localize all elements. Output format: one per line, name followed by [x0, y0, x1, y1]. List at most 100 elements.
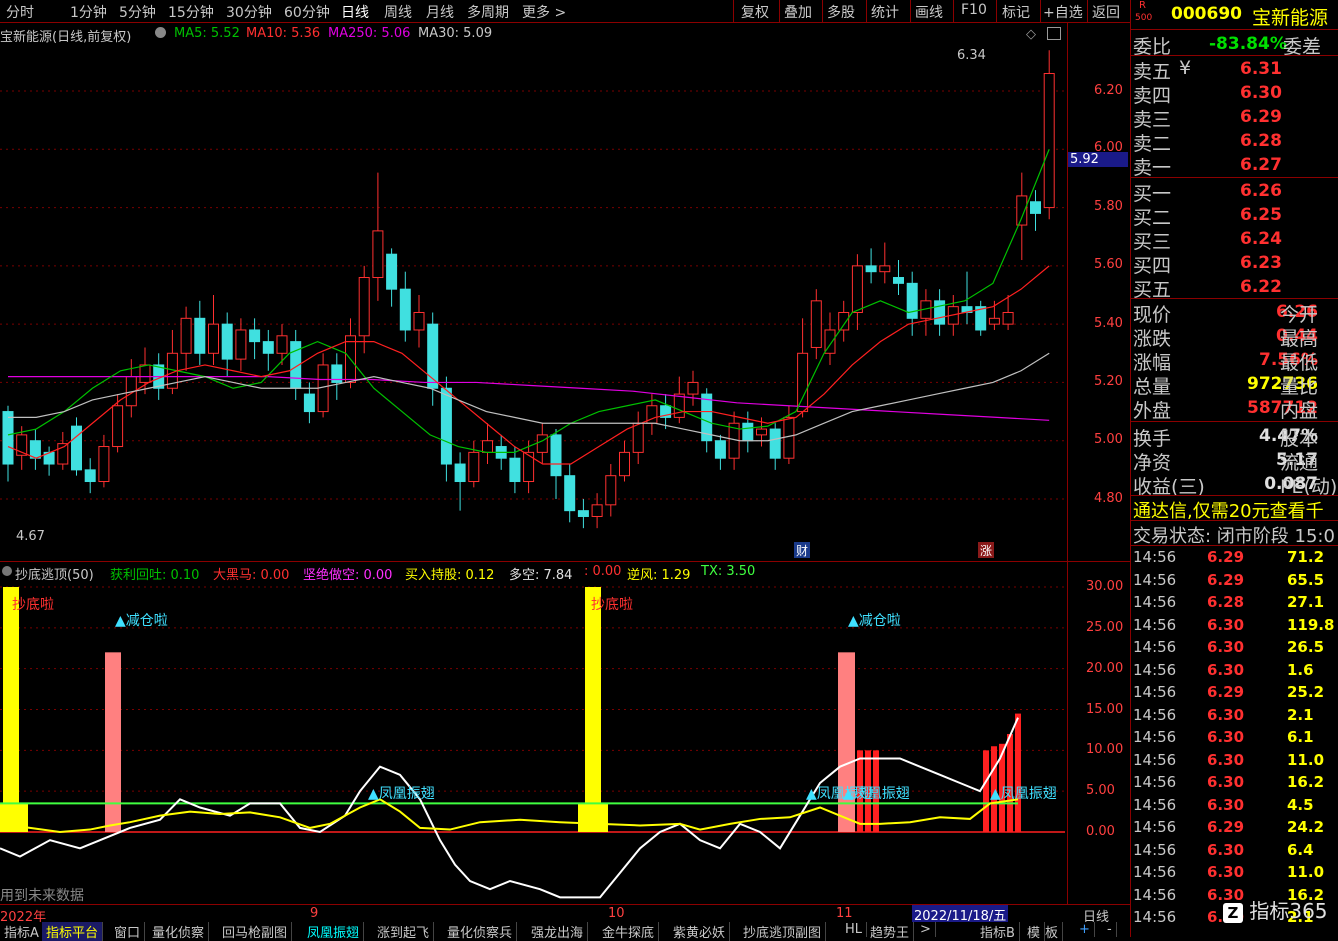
stat-row: 收益(三) 0.087 PE(动)	[1133, 472, 1338, 498]
period-weekly[interactable]: 周线	[384, 2, 412, 22]
stat-row: 总量 972736 量比	[1133, 372, 1338, 398]
bid-label: 买三	[1133, 231, 1172, 253]
tick-volume: 11.0	[1287, 863, 1325, 881]
settings-gear-icon[interactable]	[155, 27, 166, 38]
indicator-name[interactable]: 抄底逃顶(50)	[15, 564, 94, 583]
date-label: 11	[836, 906, 853, 921]
tick-time: 14:56	[1133, 593, 1177, 611]
bid-row-2: 买二 6.25	[1133, 203, 1338, 229]
candle-body	[358, 277, 370, 337]
ask-price: 6.31	[1240, 59, 1282, 79]
back-button[interactable]: 返回	[1092, 2, 1120, 22]
period-multi[interactable]: 多周期	[467, 2, 509, 22]
mark-button[interactable]: 标记	[1002, 2, 1030, 22]
candle-body	[235, 329, 247, 360]
candle-body	[468, 451, 480, 483]
candle-body	[564, 475, 576, 512]
candle-body	[714, 440, 726, 459]
tab-qianglong[interactable]: 强龙出海	[527, 922, 589, 941]
bid-label: 买四	[1133, 255, 1172, 277]
period-daily[interactable]: 日线	[341, 2, 369, 22]
fuquan-button[interactable]: 复权	[741, 2, 769, 22]
candle-body	[372, 230, 384, 279]
finance-event-badge[interactable]: 财	[794, 542, 810, 558]
tab-remove[interactable]: -	[1103, 922, 1117, 937]
tick-time: 14:56	[1133, 885, 1177, 904]
period-more[interactable]: 更多 >	[522, 2, 566, 22]
tab-chaodi-taoding[interactable]: 抄底逃顶副图	[739, 922, 827, 941]
add-favorite-button[interactable]: +自选	[1043, 2, 1083, 22]
stat-label: 总量	[1133, 376, 1172, 398]
tab-board[interactable]: 板	[1041, 922, 1064, 941]
maximize-icon[interactable]	[1047, 27, 1061, 40]
candle-body	[797, 352, 809, 413]
candle-body	[687, 381, 699, 395]
tab-qushi[interactable]: 趋势王	[866, 922, 915, 941]
tab-indicator-b[interactable]: 指标B	[976, 922, 1020, 941]
candle-body	[221, 323, 233, 360]
price-tick: 4.80	[1094, 491, 1123, 506]
tab-add[interactable]: +	[1075, 922, 1095, 937]
diamond-icon[interactable]: ◇	[1026, 27, 1036, 42]
ask-label: 卖二	[1133, 133, 1172, 155]
period-60min[interactable]: 60分钟	[284, 2, 330, 22]
tick-volume: 2.1	[1287, 705, 1314, 724]
indicator-svg[interactable]	[0, 562, 1130, 905]
tick-time: 14:56	[1133, 615, 1177, 634]
tab-huimaqiang[interactable]: 回马枪副图	[218, 922, 293, 941]
tab-more[interactable]: >	[916, 922, 936, 937]
multi-stock-button[interactable]: 多股	[827, 2, 855, 22]
stat-label: 外盘	[1133, 400, 1172, 422]
candle-body	[29, 440, 41, 459]
chaodi-bar	[585, 587, 601, 832]
period-monthly[interactable]: 月线	[426, 2, 454, 22]
candle-body	[1030, 201, 1041, 214]
indicator-tick: 5.00	[1086, 783, 1115, 798]
candle-body	[440, 387, 452, 465]
tab-quant-scout-2[interactable]: 量化侦察兵	[443, 922, 518, 941]
tab-fenghuang[interactable]: 凤凰振翅	[303, 922, 365, 941]
stats-button[interactable]: 统计	[871, 2, 899, 22]
tab-quant-scout[interactable]: 量化侦察	[148, 922, 210, 941]
tab-zhangdao[interactable]: 涨到起飞	[373, 922, 435, 941]
tab-zihuang[interactable]: 紫黄必妖	[669, 922, 731, 941]
f10-button[interactable]: F10	[961, 2, 987, 18]
ask-price: 6.27	[1240, 155, 1282, 175]
candle-body	[605, 475, 617, 506]
tick-row: 14:56 6.30 11.0	[1133, 751, 1338, 773]
tick-row: 14:56 6.29 25.2	[1133, 683, 1338, 705]
tick-time: 14:56	[1133, 750, 1177, 769]
watermark: Z 指标365	[1223, 895, 1328, 924]
kline-svg[interactable]	[0, 23, 1130, 561]
indicator-chart[interactable]: 抄底逃顶(50) 获利回吐: 0.10 大黑马: 0.00 坚绝做空: 0.00…	[0, 561, 1130, 905]
indicator-tick: 15.00	[1086, 702, 1124, 717]
signal-fenghuang: ▲凤凰振翅	[990, 786, 1057, 802]
tick-price: 6.29	[1207, 818, 1245, 836]
period-15min[interactable]: 15分钟	[168, 2, 214, 22]
candle-body	[838, 311, 850, 331]
tick-volume: 25.2	[1287, 683, 1325, 701]
ask-row-1: 卖一 6.27	[1133, 153, 1338, 179]
tab-indicator-a[interactable]: 指标A	[0, 922, 44, 941]
price-tick: 5.20	[1094, 374, 1123, 389]
ma5-legend: MA5: 5.52	[174, 26, 240, 41]
kline-chart[interactable]: 宝新能源(日线,前复权) MA5: 5.52 MA10: 5.36 MA250:…	[0, 23, 1130, 561]
tab-window[interactable]: 窗口	[110, 922, 146, 941]
draw-button[interactable]: 画线	[915, 2, 943, 22]
period-1min[interactable]: 1分钟	[70, 2, 107, 22]
period-30min[interactable]: 30分钟	[226, 2, 272, 22]
overlay-button[interactable]: 叠加	[784, 2, 812, 22]
tab-hl[interactable]: HL	[841, 922, 868, 937]
tick-row: 14:56 6.30 6.4	[1133, 841, 1338, 863]
stat-tail-label: 最低	[1280, 352, 1319, 374]
tick-row: 14:56 6.30 11.0	[1133, 863, 1338, 885]
limit-up-event-badge[interactable]: 涨	[978, 542, 994, 558]
signal-jiancang: ▲减仓啦	[115, 613, 168, 629]
tick-volume: 71.2	[1287, 548, 1325, 566]
tab-jinniu[interactable]: 金牛探底	[598, 922, 660, 941]
tab-indicator-platform[interactable]: 指标平台	[42, 922, 104, 941]
indicator-settings-icon[interactable]	[2, 566, 12, 576]
period-5min[interactable]: 5分钟	[119, 2, 156, 22]
stock-title: 宝新能源(日线,前复权)	[0, 30, 132, 45]
period-fenshi[interactable]: 分时	[6, 2, 34, 22]
